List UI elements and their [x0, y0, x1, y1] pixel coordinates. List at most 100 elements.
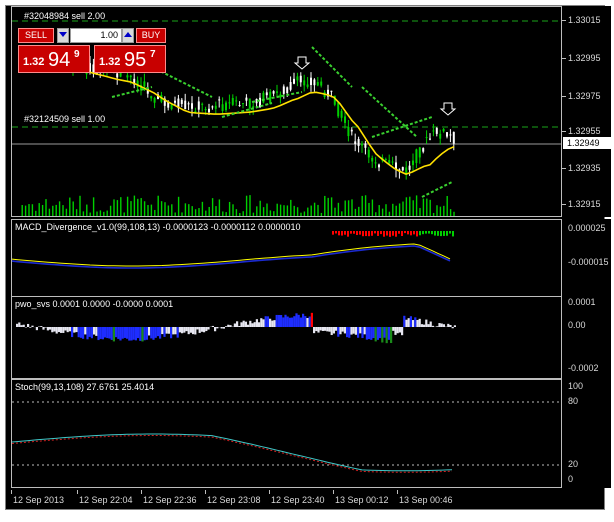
volume-bar [419, 207, 421, 216]
volume-bar [324, 195, 326, 216]
volume-bar [358, 206, 360, 216]
stoch-axis-20: 20 [568, 459, 579, 469]
volume-bar [208, 206, 210, 216]
macd-histogram-bar [416, 231, 418, 237]
candle-body [129, 75, 132, 78]
stochastic-pane[interactable]: Stoch(99,13,108) 27.6761 25.4014 [11, 379, 562, 488]
macd-axis: 0.000025 -0.000015 [562, 219, 611, 297]
pwo-histogram-bar [126, 327, 129, 339]
pwo-histogram-bar [365, 327, 368, 340]
pwo-histogram-bar [104, 327, 107, 338]
volume-bar [381, 208, 384, 216]
price-axis[interactable]: 1.33015 1.32995 1.32975 1.32955 1.32949 … [562, 6, 611, 217]
pwo-histogram-bar [319, 327, 322, 331]
volume-bar [283, 205, 285, 216]
volume-bar [218, 199, 221, 216]
candle-body [347, 127, 350, 137]
volume-bar [443, 205, 445, 216]
pwo-histogram-bar [165, 327, 168, 334]
macd-histogram-bar [332, 231, 334, 235]
order-line-label-1: #32048984 sell 2.00 [24, 11, 106, 21]
macd-histogram-bar [401, 231, 403, 237]
macd-histogram-bar [335, 231, 337, 234]
volume-bar [361, 195, 363, 216]
volume-bar [429, 199, 431, 216]
volume-bar [344, 200, 346, 216]
candle-body [242, 103, 244, 105]
pwo-histogram-bar [341, 327, 344, 332]
candle-body [201, 103, 204, 105]
pwo-histogram-bar [71, 327, 74, 338]
pwo-histogram-bar [159, 327, 162, 339]
pwo-histogram-bar [189, 327, 192, 333]
pwo-histogram-bar [172, 327, 175, 335]
candle-body [422, 148, 425, 152]
candle-body [357, 139, 360, 147]
macd-histogram-bar [446, 231, 448, 236]
pwo-histogram-bar [106, 327, 109, 339]
candle-body [282, 86, 285, 94]
pwo-axis-top: 0.0001 [568, 297, 596, 307]
lot-size-input[interactable]: 1.00 [70, 28, 122, 43]
ask-quote-button[interactable]: 1.32 95 7 [94, 45, 166, 73]
volume-bar [106, 210, 108, 216]
volume-bar [276, 203, 278, 216]
candle-body [310, 77, 312, 85]
pwo-pane[interactable]: pwo_svs 0.0001 0.0000 -0.0000 0.0001 [11, 296, 562, 379]
candle-body [245, 97, 248, 101]
pwo-axis: 0.0001 0.00 -0.0002 [562, 296, 611, 379]
volume-bar [232, 204, 234, 216]
candle-body [340, 110, 343, 118]
pwo-histogram-bar [258, 322, 261, 327]
macd-histogram-bar [410, 231, 412, 236]
volume-bar [150, 204, 153, 216]
macd-indicator-label: MACD_Divergence_v1.0(99,108,13) -0.00001… [15, 222, 301, 232]
volume-bar [310, 205, 312, 216]
volume-bar [290, 199, 292, 216]
volume-bar [21, 205, 23, 216]
pwo-histogram-bar [266, 316, 269, 327]
volume-bar [239, 212, 241, 216]
pwo-histogram-bar [115, 327, 118, 338]
volume-bar [330, 197, 333, 216]
candle-body [415, 149, 418, 164]
buy-button[interactable]: BUY [136, 28, 166, 43]
macd-axis-bottom: -0.000015 [568, 257, 609, 267]
candle-body [191, 103, 193, 109]
volume-bar [133, 195, 136, 216]
pwo-histogram-bar [227, 324, 230, 327]
macd-histogram-bar [407, 231, 409, 235]
candle-body [272, 91, 275, 94]
pwo-histogram-bar [128, 327, 131, 341]
pwo-histogram-bar [242, 320, 245, 327]
volume-bar [436, 205, 438, 216]
volume-bar [89, 212, 91, 216]
lot-increase-button[interactable] [122, 28, 134, 43]
bid-quote-button[interactable]: 1.32 94 9 [18, 45, 90, 73]
pwo-histogram-bar [394, 327, 397, 335]
bid-fraction: 9 [74, 49, 80, 60]
macd-axis-top: 0.000025 [568, 223, 606, 233]
macd-histogram-bar [359, 231, 361, 235]
chart-window[interactable]: #32048984 sell 2.00 #32124509 sell 1.00 … [5, 5, 611, 511]
macd-histogram-bar [344, 231, 346, 235]
volume-bar [75, 209, 78, 216]
pwo-histogram-bar [321, 327, 324, 331]
candle-body [211, 106, 214, 108]
pwo-histogram-bar [293, 316, 296, 327]
pwo-histogram-bar [348, 327, 351, 338]
pwo-histogram-bar [383, 327, 386, 338]
volume-bar [58, 201, 61, 216]
pwo-histogram-bar [363, 327, 366, 335]
sell-button[interactable]: SELL [18, 28, 54, 43]
macd-pane[interactable]: MACD_Divergence_v1.0(99,108,13) -0.00001… [11, 219, 562, 297]
pwo-histogram-bar [75, 327, 78, 333]
time-axis[interactable]: 12 Sep 2013 12 Sep 22:04 12 Sep 22:36 12… [11, 490, 562, 511]
pwo-histogram-bar [412, 320, 415, 327]
pwo-histogram-bar [88, 327, 91, 337]
pwo-histogram-bar [438, 323, 441, 327]
pwo-histogram-bar [398, 327, 401, 333]
volume-bar [273, 211, 275, 216]
volume-bar [341, 211, 343, 216]
lot-decrease-button[interactable] [57, 28, 69, 43]
